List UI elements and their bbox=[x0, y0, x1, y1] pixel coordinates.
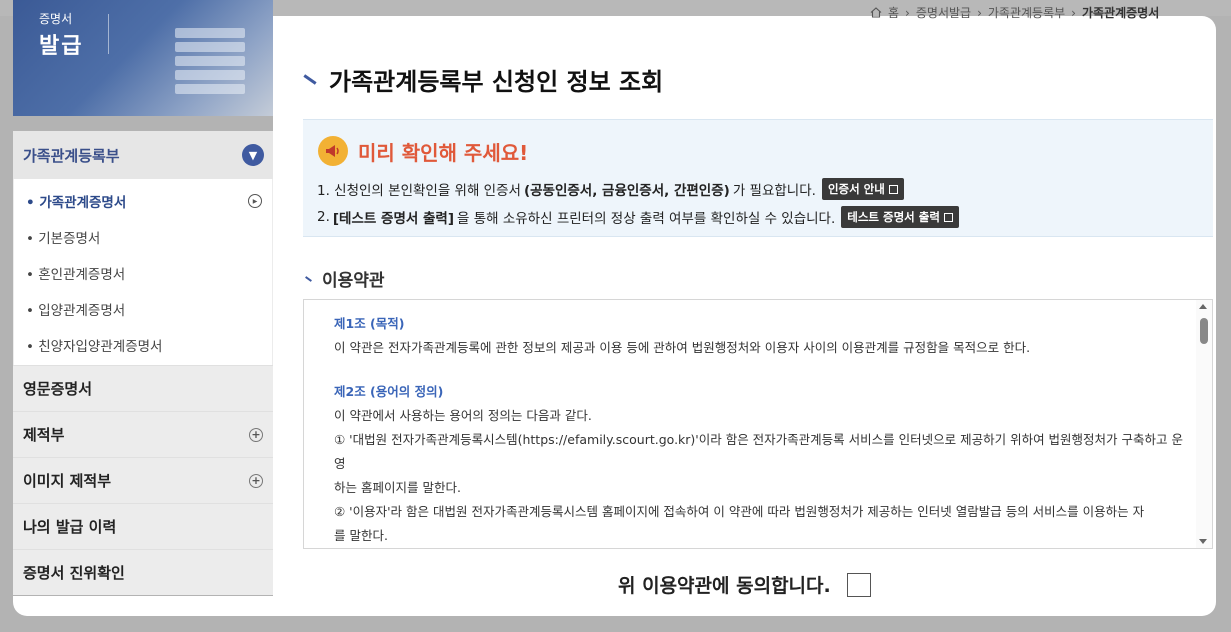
chevron-right-icon: › bbox=[905, 5, 910, 20]
article-2-item-2: ② '이용자'라 함은 대법원 전자가족관계등록시스템 홈페이지에 접속하여 이… bbox=[334, 504, 1145, 519]
sidebar-item-label: • 기본증명서 bbox=[26, 231, 101, 247]
play-circle-icon: ▶ bbox=[248, 194, 262, 208]
sidebar-item-image-removed-register[interactable]: 이미지 제적부 + bbox=[13, 457, 273, 503]
section-accent-icon bbox=[305, 275, 312, 282]
notice-header: 미리 확인해 주세요! bbox=[318, 136, 528, 166]
main-content: 가족관계등록부 신청인 정보 조회 미리 확인해 주세요! 1. 신청인의 본인… bbox=[273, 16, 1216, 616]
chevron-right-icon: › bbox=[977, 5, 982, 20]
sidebar-item-basic-cert[interactable]: • 기본증명서 bbox=[14, 219, 272, 255]
article-2-intro: 이 약관에서 사용하는 용어의 정의는 다음과 같다. bbox=[334, 408, 592, 423]
article-1-title: 제1조 (목적) bbox=[334, 316, 405, 331]
external-link-icon bbox=[888, 184, 898, 194]
terms-scroll-box[interactable]: 제1조 (목적) 이 약관은 전자가족관계등록에 관한 정보의 제공과 이용 등… bbox=[303, 299, 1213, 549]
notice-text-bold: (공동인증서, 금융인증서, 간편인증) bbox=[523, 183, 730, 199]
test-print-button[interactable]: 테스트 증명서 출력 bbox=[841, 206, 959, 228]
notice-heading: 미리 확인해 주세요! bbox=[358, 140, 529, 165]
notice-box: 미리 확인해 주세요! 1. 신청인의 본인확인을 위해 인증서 (공동인증서, … bbox=[303, 119, 1213, 237]
article-2-item-1-cont: 하는 홈페이지를 말한다. bbox=[334, 480, 461, 495]
sidebar-header-label: 가족관계등록부 bbox=[23, 146, 120, 165]
external-link-icon bbox=[943, 212, 953, 222]
banner-title: 발급 bbox=[39, 33, 84, 59]
button-label: 인증서 안내 bbox=[827, 182, 885, 196]
notice-text: 가 필요합니다. bbox=[732, 183, 816, 199]
sidebar-header-family-registry[interactable]: 가족관계등록부 ▼ bbox=[13, 131, 273, 179]
sidebar-item-full-adoption-cert[interactable]: • 친양자입양관계증명서 bbox=[14, 327, 272, 363]
terms-title: 이용약관 bbox=[322, 271, 385, 291]
notice-text-bold: [테스트 증명서 출력] bbox=[332, 211, 454, 227]
home-icon[interactable] bbox=[870, 7, 882, 18]
sidebar-item-adoption-cert[interactable]: • 입양관계증명서 bbox=[14, 291, 272, 327]
sidebar-item-my-issue-history[interactable]: 나의 발급 이력 bbox=[13, 503, 273, 549]
article-2-title: 제2조 (용어의 정의) bbox=[334, 384, 444, 399]
sidebar-bottom-edge bbox=[13, 596, 273, 616]
sidebar: 가족관계등록부 ▼ • 가족관계증명서 ▶ • 기본증명서 • 혼인관계증명서 … bbox=[13, 131, 273, 595]
banner-title-small: 증명서 bbox=[39, 12, 73, 26]
page-title-wrap: 가족관계등록부 신청인 정보 조회 bbox=[303, 62, 663, 97]
sidebar-submenu: • 가족관계증명서 ▶ • 기본증명서 • 혼인관계증명서 • 입양관계증명서 … bbox=[13, 179, 273, 365]
banner-divider bbox=[108, 14, 109, 54]
article-1-text: 이 약관은 전자가족관계등록에 관한 정보의 제공과 이용 등에 관하여 법원행… bbox=[334, 340, 1031, 355]
breadcrumb-level1[interactable]: 증명서발급 bbox=[916, 4, 971, 21]
sidebar-item-label: 영문증명서 bbox=[23, 380, 93, 398]
scroll-thumb[interactable] bbox=[1200, 318, 1208, 344]
plus-circle-icon[interactable]: + bbox=[249, 473, 263, 488]
section-banner: 증명서 발급 bbox=[13, 0, 273, 116]
sidebar-item-cert-verification[interactable]: 증명서 진위확인 bbox=[13, 549, 273, 595]
page-title: 가족관계등록부 신청인 정보 조회 bbox=[329, 68, 664, 96]
notice-text: 1. 신청인의 본인확인을 위해 인증서 bbox=[317, 183, 521, 199]
breadcrumb-home[interactable]: 홈 bbox=[888, 4, 899, 21]
breadcrumb-current: 가족관계증명서 bbox=[1081, 6, 1160, 20]
scroll-down-icon[interactable] bbox=[1199, 539, 1207, 544]
button-label: 테스트 증명서 출력 bbox=[847, 210, 940, 224]
terms-agree-row: 위 이용약관에 동의합니다. bbox=[618, 571, 871, 598]
sidebar-item-removed-register[interactable]: 제적부 + bbox=[13, 411, 273, 457]
plus-circle-icon[interactable]: + bbox=[249, 427, 263, 442]
sidebar-item-label: 이미지 제적부 bbox=[23, 472, 112, 490]
article-2-item-2-cont: 를 말한다. bbox=[334, 528, 388, 543]
sidebar-item-label: • 입양관계증명서 bbox=[26, 303, 126, 319]
sidebar-item-label: 증명서 진위확인 bbox=[23, 564, 125, 582]
notice-text: 2. bbox=[317, 209, 330, 225]
breadcrumb-level2[interactable]: 가족관계등록부 bbox=[988, 4, 1065, 21]
certificate-guide-button[interactable]: 인증서 안내 bbox=[821, 178, 904, 200]
agree-label: 위 이용약관에 동의합니다. bbox=[618, 575, 831, 597]
terms-scrollbar[interactable] bbox=[1196, 300, 1212, 548]
sidebar-item-family-relation-cert[interactable]: • 가족관계증명서 ▶ bbox=[14, 183, 272, 219]
notice-line-2: 2. [테스트 증명서 출력] 을 통해 소유하신 프린터의 정상 출력 여부를 … bbox=[317, 206, 959, 228]
terms-section-title: 이용약관 bbox=[305, 266, 385, 291]
sidebar-item-label: 나의 발급 이력 bbox=[23, 518, 117, 536]
scroll-up-icon[interactable] bbox=[1199, 304, 1207, 309]
chevron-down-icon[interactable]: ▼ bbox=[242, 144, 264, 166]
notice-line-1: 1. 신청인의 본인확인을 위해 인증서 (공동인증서, 금융인증서, 간편인증)… bbox=[317, 178, 904, 200]
sidebar-item-marriage-cert[interactable]: • 혼인관계증명서 bbox=[14, 255, 272, 291]
sidebar-item-english-cert[interactable]: 영문증명서 bbox=[13, 365, 273, 411]
article-2-item-1: ① '대법원 전자가족관계등록시스템(https://efamily.scour… bbox=[334, 432, 1183, 471]
books-illustration bbox=[175, 28, 245, 98]
title-accent-icon bbox=[303, 74, 317, 85]
sidebar-item-label: • 가족관계증명서 bbox=[26, 195, 127, 211]
breadcrumb: 홈 › 증명서발급 › 가족관계등록부 › 가족관계증명서 bbox=[870, 4, 1159, 21]
megaphone-icon bbox=[318, 136, 348, 166]
sidebar-item-label: • 혼인관계증명서 bbox=[26, 267, 126, 283]
notice-text: 을 통해 소유하신 프린터의 정상 출력 여부를 확인하실 수 있습니다. bbox=[457, 211, 836, 227]
terms-content: 제1조 (목적) 이 약관은 전자가족관계등록에 관한 정보의 제공과 이용 등… bbox=[334, 312, 1184, 548]
sidebar-item-label: 제적부 bbox=[23, 426, 65, 444]
agree-checkbox[interactable] bbox=[846, 572, 871, 597]
sidebar-item-label: • 친양자입양관계증명서 bbox=[26, 339, 163, 355]
chevron-right-icon: › bbox=[1071, 5, 1076, 20]
